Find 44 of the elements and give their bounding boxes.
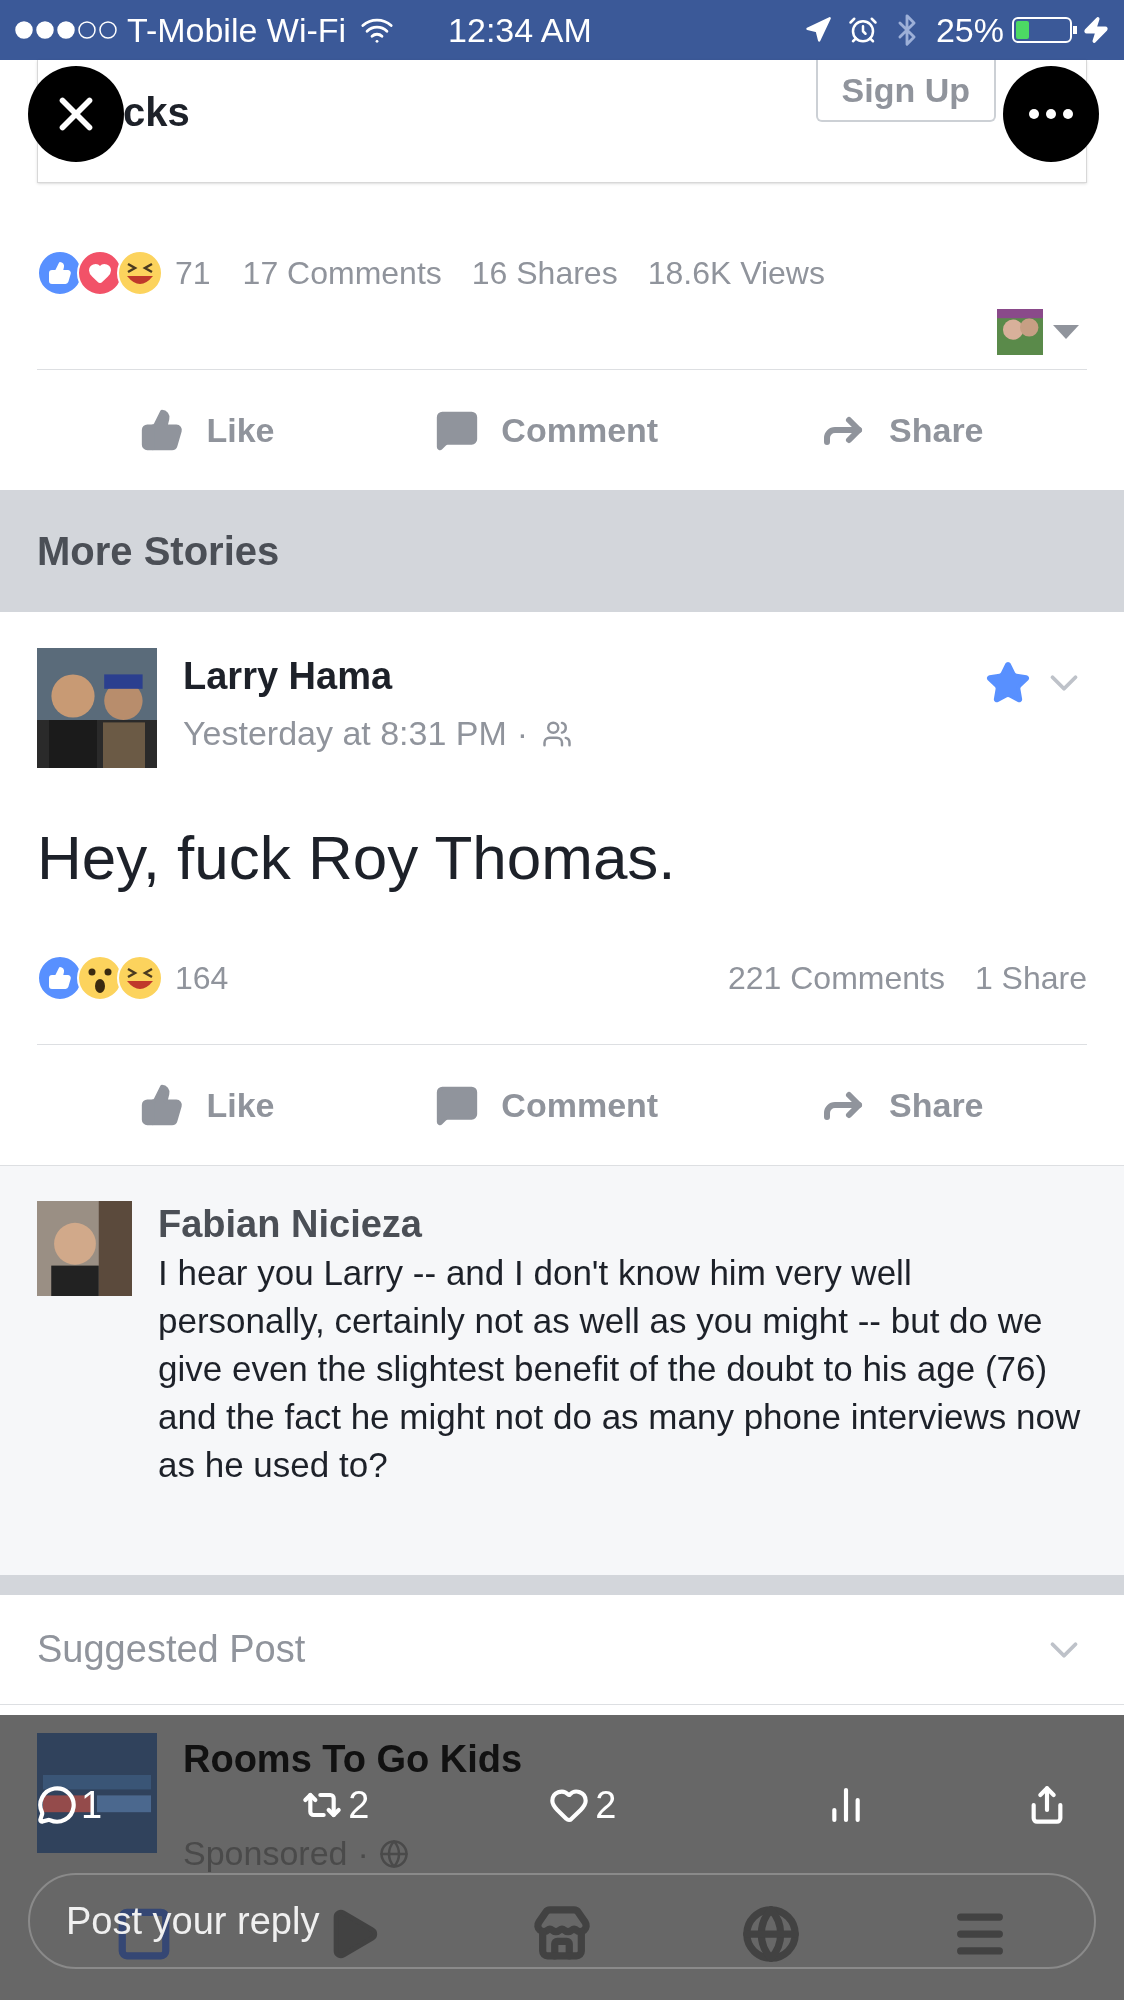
author-name[interactable]: Larry Hama [183, 654, 573, 698]
view-count: 18.6K Views [647, 254, 825, 293]
commenter-name[interactable]: Fabian Nicieza [158, 1201, 1087, 1247]
comment-count[interactable]: 221 Comments [727, 954, 945, 1002]
status-time: 12:34 AM [448, 9, 592, 51]
suggested-post-label: Suggested Post [37, 1627, 306, 1672]
separator-dot: · [357, 1833, 369, 1874]
share-count[interactable]: 1 Share [974, 954, 1087, 1002]
post-action-button[interactable]: Comment [435, 1079, 659, 1131]
reaction-count: 164 [175, 959, 229, 998]
post-action-button[interactable]: Share [819, 1079, 984, 1131]
share-count[interactable]: 16 Shares [471, 249, 618, 297]
location-arrow-icon [803, 16, 832, 44]
comment-text: I hear you Larry -- and I don't know him very well personally, certainly not as well as you might -- but do we give even the slightest benefit of the doubt to his age (76) and the fact he might not do as many phone interviews now as he used to? [158, 1252, 1082, 1486]
thumbs-up-icon [140, 1083, 185, 1127]
battery-icon [1012, 15, 1078, 45]
carrier-name: T-Mobile Wi-Fi [127, 9, 347, 51]
post-timestamp[interactable]: Yesterday at 8:31 PM [183, 708, 507, 759]
section-heading: More Stories [37, 528, 280, 575]
thumbs-up-icon [140, 408, 185, 452]
post-action-button[interactable]: Comment [435, 404, 659, 456]
speech-bubble-icon [37, 1785, 77, 1825]
dropdown-caret-icon[interactable] [1053, 325, 1079, 339]
post-action-button[interactable]: Share [819, 404, 984, 456]
post-action-button[interactable]: Like [140, 1079, 275, 1131]
signal-dots-icon [14, 20, 119, 40]
retweet-count-button[interactable]: 2 [302, 1785, 370, 1825]
globe-icon [378, 1838, 409, 1869]
reply-field[interactable]: Post your reply [28, 1873, 1096, 1969]
charging-bolt-icon [1082, 16, 1110, 44]
sign-up-button[interactable]: Sign Up [815, 60, 996, 122]
post-action-button[interactable]: Like [140, 404, 275, 456]
battery-percentage: 25% [935, 9, 1004, 51]
separator-dot: · [516, 713, 529, 754]
ad-headline: cks [123, 89, 190, 136]
alarm-icon [847, 15, 878, 45]
more-icon [1029, 109, 1073, 119]
reaction-count: 71 [175, 254, 211, 293]
reply-count-button[interactable]: 1 [37, 1785, 103, 1825]
globe-icon[interactable] [741, 1905, 800, 1963]
advertiser-name[interactable]: Rooms To Go Kids [183, 1737, 523, 1781]
comment-count[interactable]: 17 Comments [242, 249, 442, 297]
heart-count-button[interactable]: 2 [549, 1785, 617, 1825]
post-text: Hey, fuck Roy Thomas. [37, 822, 676, 894]
